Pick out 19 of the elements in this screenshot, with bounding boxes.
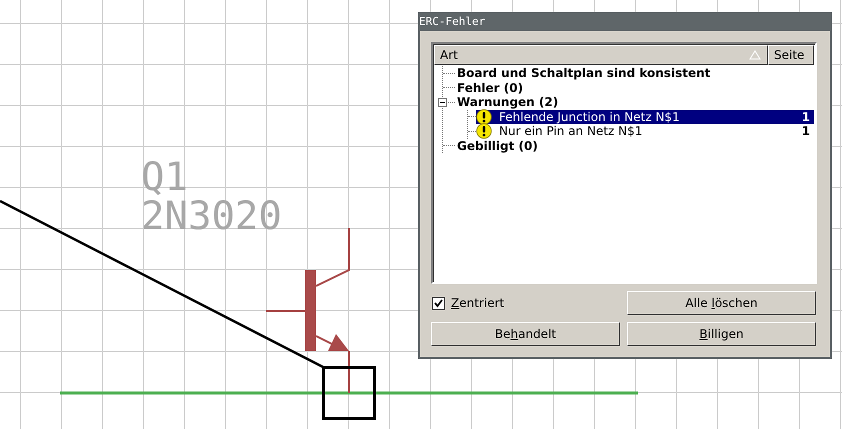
dialog-button[interactable]: Behandelt <box>431 322 620 346</box>
dialog-button[interactable]: Billigen <box>627 322 816 346</box>
tree-item[interactable]: Board und Schaltplan sind konsistent <box>455 66 814 80</box>
tree-item[interactable]: Gebilligt (0) <box>455 138 814 153</box>
window-title: ERC-Fehler <box>419 15 486 28</box>
column-header[interactable]: Art <box>434 45 768 65</box>
warning-icon <box>476 123 492 140</box>
column-header[interactable]: Seite <box>768 45 814 65</box>
warning-icon <box>476 108 492 125</box>
checkbox[interactable] <box>432 296 445 310</box>
selection-frame <box>322 366 376 420</box>
zentriert-checkbox[interactable]: Zentriert <box>431 291 620 315</box>
tree-item[interactable]: Nur ein Pin an Netz N$1 1 <box>476 124 814 138</box>
sort-icon <box>749 50 761 60</box>
tree-item[interactable]: Fehler (0) <box>455 80 814 95</box>
dialog-button[interactable]: Alle löschen <box>627 291 816 315</box>
collapse-icon[interactable] <box>438 98 447 107</box>
tree-item[interactable]: Warnungen (2) <box>455 95 814 110</box>
tree-item[interactable]: Fehlende Junction in Netz N$1 1 <box>476 110 814 124</box>
